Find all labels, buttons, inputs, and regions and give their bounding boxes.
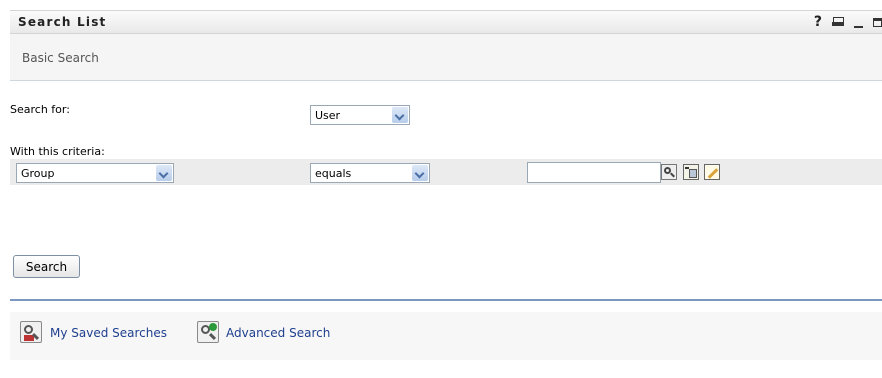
search-button[interactable]: Search bbox=[13, 255, 80, 278]
plus-icon bbox=[209, 323, 217, 331]
portlet-titlebar: Search List ? bbox=[10, 10, 882, 34]
help-icon[interactable]: ? bbox=[814, 14, 822, 30]
edit-icon[interactable] bbox=[704, 164, 720, 180]
chevron-down-icon[interactable] bbox=[392, 107, 408, 123]
print-icon[interactable] bbox=[832, 17, 844, 27]
page-title: Basic Search bbox=[22, 51, 99, 65]
search-for-select[interactable]: User bbox=[310, 105, 410, 125]
saved-searches-icon[interactable] bbox=[20, 321, 42, 343]
criteria-label: With this criteria: bbox=[10, 145, 105, 158]
history-icon[interactable] bbox=[683, 164, 699, 180]
attribute-select[interactable]: Group bbox=[16, 163, 174, 183]
saved-badge-icon bbox=[24, 335, 34, 341]
portlet-title: Search List bbox=[18, 15, 107, 29]
search-for-select-value: User bbox=[315, 109, 341, 122]
my-saved-searches-link[interactable]: My Saved Searches bbox=[50, 326, 167, 340]
operator-select-value: equals bbox=[315, 167, 352, 180]
search-for-label: Search for: bbox=[10, 103, 70, 116]
minimize-icon[interactable] bbox=[854, 26, 863, 28]
attribute-select-value: Group bbox=[21, 167, 55, 180]
section-divider bbox=[10, 299, 882, 301]
criteria-value-input[interactable] bbox=[527, 162, 661, 183]
operator-select[interactable]: equals bbox=[310, 163, 430, 183]
object-lookup-icon[interactable] bbox=[661, 164, 677, 180]
advanced-search-link[interactable]: Advanced Search bbox=[226, 326, 330, 340]
chevron-down-icon[interactable] bbox=[412, 165, 428, 181]
subheader: Basic Search bbox=[10, 34, 882, 81]
maximize-icon[interactable] bbox=[873, 17, 882, 27]
advanced-search-icon[interactable] bbox=[197, 321, 219, 343]
titlebar-controls: ? bbox=[814, 14, 882, 30]
chevron-down-icon[interactable] bbox=[156, 165, 172, 181]
